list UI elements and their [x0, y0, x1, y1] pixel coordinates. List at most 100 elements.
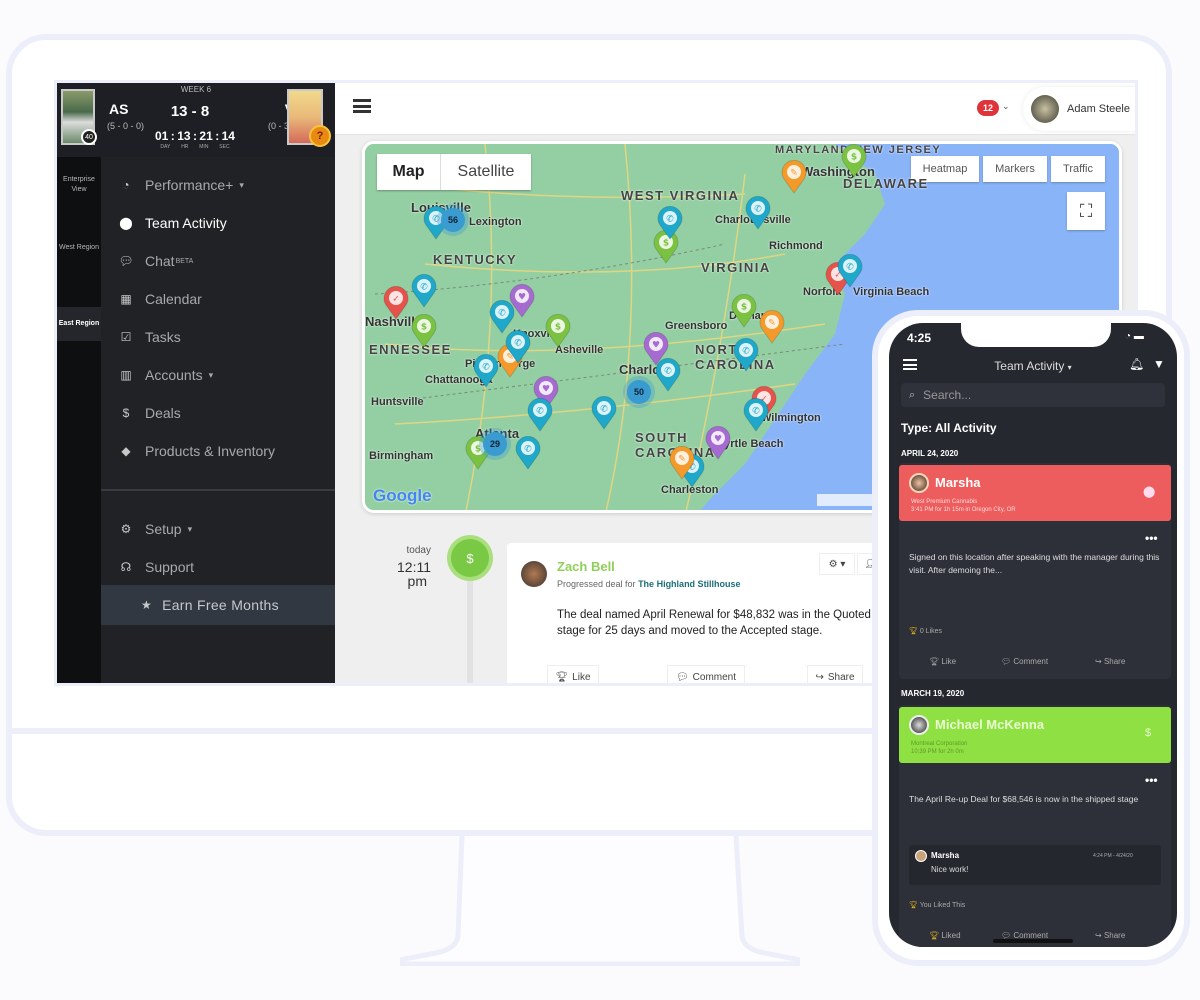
map-pin-phone[interactable]: ✆ — [745, 195, 771, 230]
notifications-badge[interactable]: 12 — [977, 100, 999, 116]
map-pin-phone[interactable]: ✆ — [743, 397, 769, 432]
countdown-min: 21 — [199, 129, 213, 143]
trophy-icon: 🏆︎ — [909, 902, 918, 909]
tags-icon: ◆ — [121, 444, 131, 458]
sidebar-item-accounts[interactable]: ▥ Accounts ▾ — [117, 363, 213, 387]
account-link[interactable]: The Highland Stillhouse — [638, 579, 741, 589]
more-options-icon[interactable]: ••• — [1145, 773, 1158, 787]
rail-item-west-region[interactable]: West Region — [57, 243, 101, 253]
marker-cluster[interactable]: 56 — [441, 208, 465, 232]
city-label: Greensboro — [665, 320, 728, 332]
map-pin-phone[interactable]: ✆ — [411, 273, 437, 308]
map-type-satellite-button[interactable]: Satellite — [441, 154, 531, 190]
sidebar-item-team-activity[interactable]: ⬤ Team Activity — [117, 211, 226, 235]
headset-icon: ☊ — [120, 560, 132, 574]
map-pin-deal[interactable]: $ — [841, 144, 867, 178]
map-pin-phone[interactable]: ✆ — [473, 353, 499, 388]
svg-text:✆: ✆ — [420, 283, 428, 293]
sidebar-item-setup[interactable]: ⚙ Setup ▾ — [117, 517, 193, 541]
map-pin-phone[interactable]: ✆ — [527, 397, 553, 432]
map-pin-phone[interactable]: ✆ — [515, 435, 541, 470]
map-pin-gift[interactable]: ♥ — [705, 425, 731, 460]
phone-activity-card: Marsha West Premium Cannabis 3:41 PM for… — [899, 463, 1171, 679]
user-menu[interactable]: Adam Steele — [1023, 87, 1135, 131]
svg-text:✆: ✆ — [482, 363, 490, 373]
map-pin-deal[interactable]: $ — [731, 293, 757, 328]
sidebar-item-deals[interactable]: $ Deals — [117, 401, 181, 425]
share-button[interactable]: ↪ Share — [807, 665, 863, 683]
map-pin-phone[interactable]: ✆ — [655, 357, 681, 392]
activity-action: Progressed deal for The Highland Stillho… — [557, 579, 741, 589]
svg-text:✎: ✎ — [768, 319, 776, 329]
sidebar-item-support[interactable]: ☊ Support — [117, 555, 194, 579]
briefcase-icon: ▥ — [120, 368, 132, 382]
like-button[interactable]: 🏆︎ Like — [547, 665, 599, 683]
countdown-day: 01 — [155, 129, 169, 143]
phone-search-input[interactable]: ⌕ Search... — [901, 383, 1165, 407]
sidebar-item-chat[interactable]: 💬︎ Chat BETA — [117, 249, 193, 273]
rail-item-enterprise-view[interactable]: Enterprise View — [57, 175, 101, 195]
sidebar-item-performance[interactable]: ◔ Performance+ ▾ — [117, 173, 244, 197]
map-pin-phone[interactable]: ✆ — [657, 205, 683, 240]
sidebar-item-tasks[interactable]: ☑ Tasks — [117, 325, 181, 349]
more-options-icon[interactable]: ••• — [1145, 531, 1158, 545]
marker-cluster[interactable]: 29 — [483, 432, 507, 456]
comment-author: Marsha — [931, 851, 960, 860]
player-level-badge: 40 — [81, 129, 97, 145]
svg-text:✆: ✆ — [600, 405, 608, 415]
share-button[interactable]: ↪ Share — [1095, 657, 1125, 666]
chevron-down-icon[interactable]: ⌄ — [1002, 101, 1010, 112]
activity-card: Zach Bell Progressed deal for The Highla… — [507, 543, 887, 683]
bell-icon[interactable]: 🔔︎ — [1129, 357, 1144, 371]
rail-item-east-region[interactable]: East Region — [57, 307, 101, 341]
map-pin-deal[interactable]: $ — [545, 313, 571, 348]
svg-text:✓: ✓ — [392, 295, 400, 305]
earn-free-months-button[interactable]: ★ Earn Free Months — [101, 585, 335, 625]
map-pin-phone[interactable]: ✆ — [837, 253, 863, 288]
liked-button[interactable]: 🏆︎ Liked — [929, 931, 961, 940]
chevron-down-icon: ▾ — [239, 179, 244, 190]
card-header[interactable]: Michael McKenna Montreal Corporation 10:… — [899, 707, 1171, 763]
map-pin-gift[interactable]: ♥ — [509, 283, 535, 318]
gear-dropdown-button[interactable]: ⚙ ▾ — [819, 553, 855, 575]
svg-text:♥: ♥ — [652, 341, 660, 351]
filter-icon[interactable]: ▼ — [1153, 357, 1165, 371]
markers-button[interactable]: Markers — [983, 156, 1047, 182]
svg-text:✆: ✆ — [514, 339, 522, 349]
map-pin-phone[interactable]: ✆ — [591, 395, 617, 430]
map-pin-deal[interactable]: $ — [411, 313, 437, 348]
share-button[interactable]: ↪ Share — [1095, 931, 1125, 940]
fullscreen-icon[interactable]: ⛶ — [1067, 192, 1105, 230]
marker-cluster[interactable]: 50 — [627, 380, 651, 404]
trophy-icon: 🏆︎ — [909, 628, 918, 635]
feed-time-label: today — [406, 545, 431, 556]
countdown-labels: DAY HR MIN SEC — [160, 144, 230, 150]
beta-badge: BETA — [175, 257, 194, 265]
hamburger-menu-icon[interactable] — [353, 99, 371, 113]
search-icon: ⌕ — [909, 388, 916, 401]
map-pin-note[interactable]: ✎ — [669, 445, 695, 480]
card-header[interactable]: Marsha West Premium Cannabis 3:41 PM for… — [899, 465, 1171, 521]
sidebar-item-products-inventory[interactable]: ◆ Products & Inventory — [117, 439, 275, 463]
comment-button[interactable]: 💬︎ Comment — [667, 665, 745, 683]
map-pin-phone[interactable]: ✆ — [733, 337, 759, 372]
traffic-button[interactable]: Traffic — [1051, 156, 1105, 182]
map-pin-note[interactable]: ✎ — [781, 159, 807, 194]
map-pin-phone[interactable]: ✆ — [505, 329, 531, 364]
section-date: MARCH 19, 2020 — [901, 689, 965, 698]
phone-notch — [961, 323, 1111, 347]
user-avatar — [1031, 95, 1059, 123]
mobile-app-screen: 4:25 ◔ ▬ Team Activity ▾ 🔔︎ ▼ ⌕ Search..… — [889, 323, 1177, 947]
svg-text:✆: ✆ — [432, 215, 440, 225]
author-name[interactable]: Zach Bell — [557, 559, 615, 574]
map-pin-task[interactable]: ✓ — [383, 285, 409, 320]
like-button[interactable]: 🏆︎ Like — [929, 657, 956, 666]
activity-type-label[interactable]: Type: All Activity — [901, 421, 997, 435]
map-pin-note[interactable]: ✎ — [759, 309, 785, 344]
state-label: VIRGINIA — [701, 260, 771, 275]
city-label: Lexington — [469, 216, 522, 228]
phone-activity-card: Michael McKenna Montreal Corporation 10:… — [899, 705, 1171, 947]
sidebar-item-calendar[interactable]: ▦ Calendar — [117, 287, 202, 311]
comment-button[interactable]: 💬︎ Comment — [1001, 657, 1048, 666]
map-type-map-button[interactable]: Map — [377, 154, 441, 190]
